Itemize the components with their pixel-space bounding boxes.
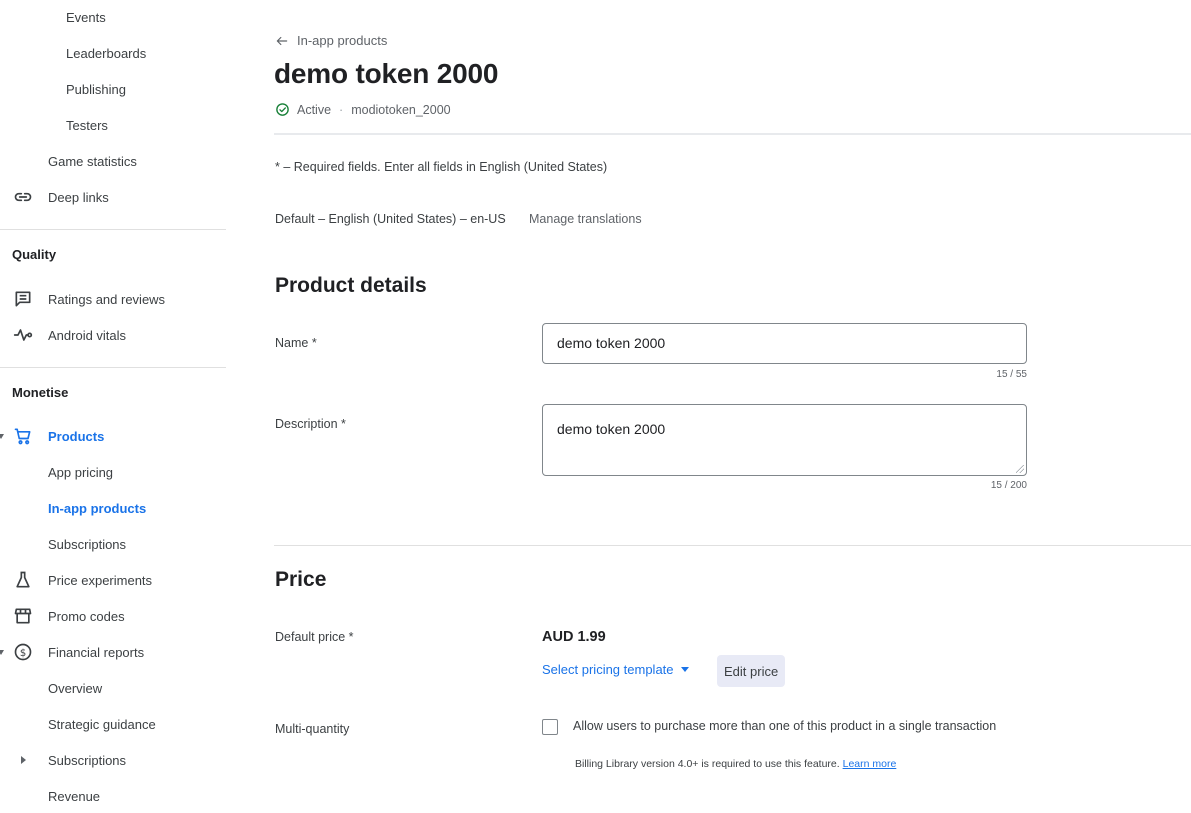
sidebar-item-products[interactable]: Products [48,422,104,450]
sidebar-item-promo-codes[interactable]: Promo codes [48,602,125,630]
sidebar-item-testers[interactable]: Testers [66,111,108,139]
sidebar-item-overview[interactable]: Overview [48,674,102,702]
header-divider [274,133,1191,135]
required-fields-note: * – Required fields. Enter all fields in… [275,160,608,174]
sidebar-item-ratings-reviews[interactable]: Ratings and reviews [48,285,165,313]
name-label: Name * [275,336,317,350]
sidebar-item-label: Promo codes [48,608,125,624]
svg-text:$: $ [20,648,26,659]
sidebar-item-events[interactable]: Events [66,3,106,31]
sidebar-item-leaderboards[interactable]: Leaderboards [66,39,146,67]
sidebar-item-label: Price experiments [48,572,153,588]
name-char-counter: 15 / 55 [996,369,1027,380]
status-row: Active · modiotoken_2000 [275,102,451,117]
sidebar-item-subscriptions[interactable]: Subscriptions [48,530,126,558]
dollar-circle-icon: $ [11,640,35,664]
sidebar-item-game-statistics[interactable]: Game statistics [48,147,137,175]
name-input[interactable]: demo token 2000 [542,323,1027,364]
sidebar-item-label: Subscriptions [48,536,127,552]
product-id: modiotoken_2000 [351,102,451,117]
sidebar-item-label: Deep links [48,189,109,205]
check-circle-icon [276,103,289,116]
sidebar-item-financial-subscriptions[interactable]: Subscriptions [48,746,126,774]
store-icon [11,604,35,628]
default-language: Default – English (United States) – en-U… [275,212,506,226]
link-icon [11,185,35,209]
page-title: demo token 2000 [274,58,499,89]
sidebar-item-label: Testers [66,117,108,133]
select-pricing-template-dropdown[interactable]: Select pricing template [542,662,689,677]
main-content: In-app products demo token 2000 Active ·… [226,0,1191,813]
sidebar: Events Leaderboards Publishing Testers G… [0,0,226,813]
pricing-template-label: Select pricing template [542,662,674,677]
sidebar-item-label: Android vitals [48,327,127,343]
description-textarea[interactable]: demo token 2000 [542,404,1027,476]
sidebar-item-price-experiments[interactable]: Price experiments [48,566,152,594]
learn-more-link[interactable]: Learn more [843,758,897,770]
edit-price-button[interactable]: Edit price [717,655,786,687]
sidebar-item-label: App pricing [48,464,114,480]
separator-dot: · [339,102,344,117]
expanded-caret-icon [0,650,4,655]
reviews-icon [11,287,35,311]
price-heading: Price [275,568,327,591]
cart-icon [11,424,35,448]
back-link[interactable]: In-app products [275,33,387,48]
billing-library-note: Billing Library version 4.0+ is required… [575,758,896,770]
description-text: demo token 2000 [557,421,666,437]
sidebar-item-label: Revenue [48,788,101,804]
sidebar-section-quality: Quality [12,247,57,262]
billing-note-text: Billing Library version 4.0+ is required… [575,758,840,770]
sidebar-item-android-vitals[interactable]: Android vitals [48,321,126,349]
sidebar-item-publishing[interactable]: Publishing [66,75,126,103]
sidebar-item-label: Overview [48,680,103,696]
sidebar-item-label: In-app products [48,500,147,516]
product-details-heading: Product details [275,274,427,297]
default-price-label: Default price * [275,630,354,644]
sidebar-section-monetise: Monetise [12,385,69,400]
multi-quantity-checkbox-label[interactable]: Allow users to purchase more than one of… [573,719,996,733]
sidebar-item-label: Game statistics [48,153,137,169]
arrow-back-icon [276,36,288,45]
description-label: Description * [275,417,346,431]
vitals-icon [11,323,35,347]
sidebar-item-label: Subscriptions [48,752,127,768]
description-char-counter: 15 / 200 [990,480,1027,491]
expand-arrow-icon[interactable] [21,756,26,764]
sidebar-item-deep-links[interactable]: Deep links [48,183,109,211]
multi-quantity-label: Multi-quantity [275,722,350,736]
sidebar-item-label: Strategic guidance [48,716,156,732]
sidebar-item-in-app-products[interactable]: In-app products [48,494,146,522]
sidebar-divider [0,229,226,230]
sidebar-item-label: Products [48,428,105,444]
expanded-caret-icon [0,434,4,439]
sidebar-item-label: Ratings and reviews [48,291,166,307]
section-divider [274,545,1191,546]
sidebar-item-label: Publishing [66,81,126,97]
sidebar-item-label: Leaderboards [66,45,147,61]
sidebar-item-label: Events [66,9,106,25]
sidebar-divider [0,367,226,368]
resize-handle-icon[interactable] [1016,465,1024,473]
back-link-label: In-app products [297,33,388,48]
sidebar-item-revenue[interactable]: Revenue [48,782,100,810]
sidebar-item-label: Financial reports [48,644,145,660]
dropdown-arrow-icon [680,667,689,672]
sidebar-item-strategic-guidance[interactable]: Strategic guidance [48,710,156,738]
sidebar-item-app-pricing[interactable]: App pricing [48,458,113,486]
status-text: Active [297,102,332,117]
manage-translations-link[interactable]: Manage translations [529,212,642,226]
multi-quantity-checkbox[interactable] [542,719,558,735]
default-price-value: AUD 1.99 [542,629,606,645]
flask-icon [11,568,35,592]
sidebar-item-financial-reports[interactable]: Financial reports [48,638,144,666]
